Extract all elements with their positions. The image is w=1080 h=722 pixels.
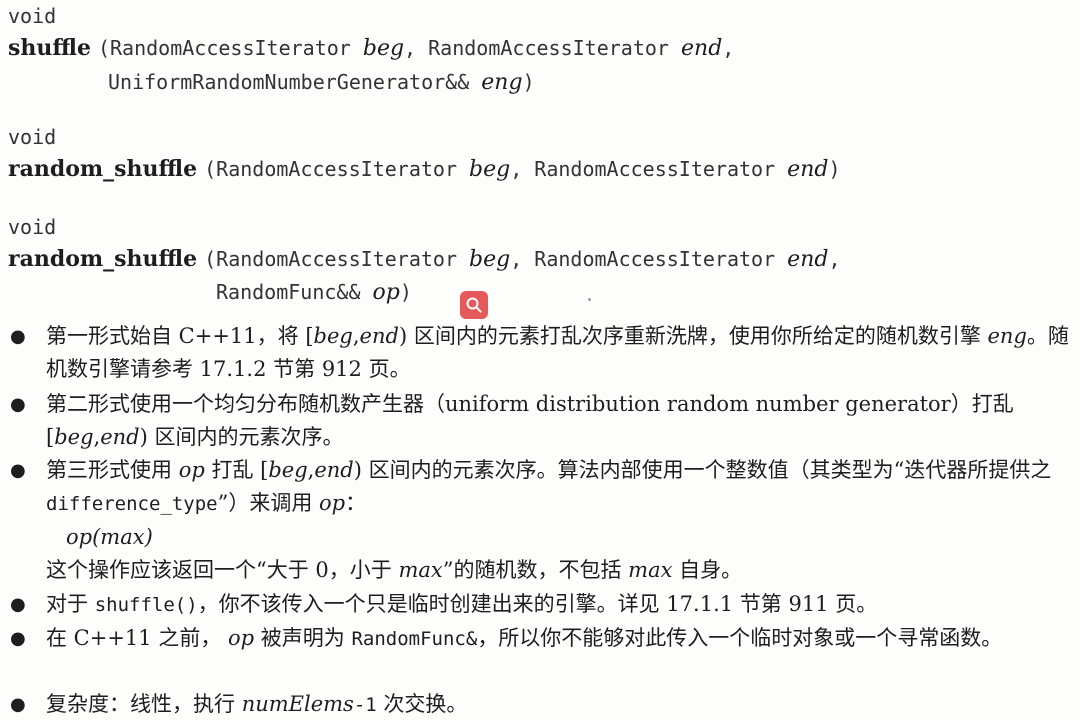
param-text: (RandomAccessIterator	[204, 157, 470, 181]
param-text: (RandomAccessIterator	[204, 247, 470, 271]
code-example: op(max)	[66, 525, 153, 549]
bullet-icon: ●	[10, 326, 26, 347]
list-item: ● 复杂度：线性，执行 numElems-1 次交换。	[10, 688, 1072, 722]
param-text: UniformRandomNumberGenerator&&	[108, 70, 482, 94]
param-text: , RandomAccessIterator	[510, 157, 788, 181]
param-name: eng	[481, 70, 523, 95]
list-item-text: 第三形式使用 op 打乱 [beg,end) 区间内的元素次序。算法内部使用一个…	[46, 458, 1052, 515]
list-item: ● 对于 shuffle()，你不该传入一个只是临时创建出来的引擎。详见 17.…	[10, 588, 1072, 622]
list-item-text: 对于 shuffle()，你不该传入一个只是临时创建出来的引擎。详见 17.1.…	[46, 592, 878, 616]
param-name: end	[681, 36, 723, 61]
search-icon	[466, 297, 482, 313]
function-signature-line: shuffle (RandomAccessIterator beg, Rando…	[8, 34, 734, 63]
speck	[588, 298, 591, 301]
param-text: ,	[722, 36, 735, 60]
param-text: (RandomAccessIterator	[97, 36, 363, 60]
param-name: end	[787, 247, 829, 272]
list-item: ● 第三形式使用 op 打乱 [beg,end) 区间内的元素次序。算法内部使用…	[10, 454, 1072, 587]
param-name: beg	[469, 247, 511, 272]
param-text: )	[399, 280, 412, 304]
list-item-text: 第二形式使用一个均匀分布随机数产生器（uniform distribution …	[46, 392, 1014, 449]
list-item-text: 复杂度：线性，执行 numElems-1 次交换。	[46, 692, 468, 716]
param-text: )	[828, 157, 841, 181]
bullet-icon: ●	[10, 394, 26, 415]
function-name: random_shuffle	[8, 156, 198, 182]
param-text: RandomFunc&&	[216, 280, 373, 304]
return-type: void	[8, 215, 57, 239]
function-signature-line: random_shuffle (RandomAccessIterator beg…	[8, 155, 841, 184]
return-type: void	[8, 4, 57, 28]
param-text: ,	[828, 247, 841, 271]
function-signature-line: UniformRandomNumberGenerator&& eng)	[108, 68, 535, 97]
param-name: beg	[362, 36, 405, 61]
bullet-icon: ●	[10, 594, 26, 615]
function-signature-line: random_shuffle (RandomAccessIterator beg…	[8, 245, 841, 274]
return-type: void	[8, 125, 57, 149]
param-text: , RandomAccessIterator	[404, 36, 681, 60]
param-text: )	[522, 70, 535, 94]
bullet-icon: ●	[10, 460, 26, 481]
param-name: beg	[469, 157, 511, 182]
document-page: void shuffle (RandomAccessIterator beg, …	[0, 0, 1080, 720]
list-item-text: 在 C++11 之前， op 被声明为 RandomFunc&，所以你不能够对此…	[46, 626, 1003, 650]
param-name: end	[787, 157, 829, 182]
list-item-text: 这个操作应该返回一个“大于 0，小于 max”的随机数，不包括 max 自身。	[46, 558, 743, 582]
function-name: shuffle	[8, 35, 91, 61]
list-item: ● 第二形式使用一个均匀分布随机数产生器（uniform distributio…	[10, 388, 1072, 454]
function-signature-line: RandomFunc&& op)	[216, 278, 412, 307]
bullet-icon: ●	[10, 694, 26, 715]
function-name: random_shuffle	[8, 246, 198, 272]
list-item: ● 在 C++11 之前， op 被声明为 RandomFunc&，所以你不能够…	[10, 622, 1072, 656]
list-item-text: 第一形式始自 C++11，将 [beg,end) 区间内的元素打乱次序重新洗牌，…	[46, 324, 1069, 381]
param-name: op	[372, 280, 400, 305]
list-item: ● 第一形式始自 C++11，将 [beg,end) 区间内的元素打乱次序重新洗…	[10, 320, 1072, 386]
bullet-icon: ●	[10, 628, 26, 649]
search-button[interactable]	[460, 291, 488, 319]
param-text: , RandomAccessIterator	[510, 247, 788, 271]
